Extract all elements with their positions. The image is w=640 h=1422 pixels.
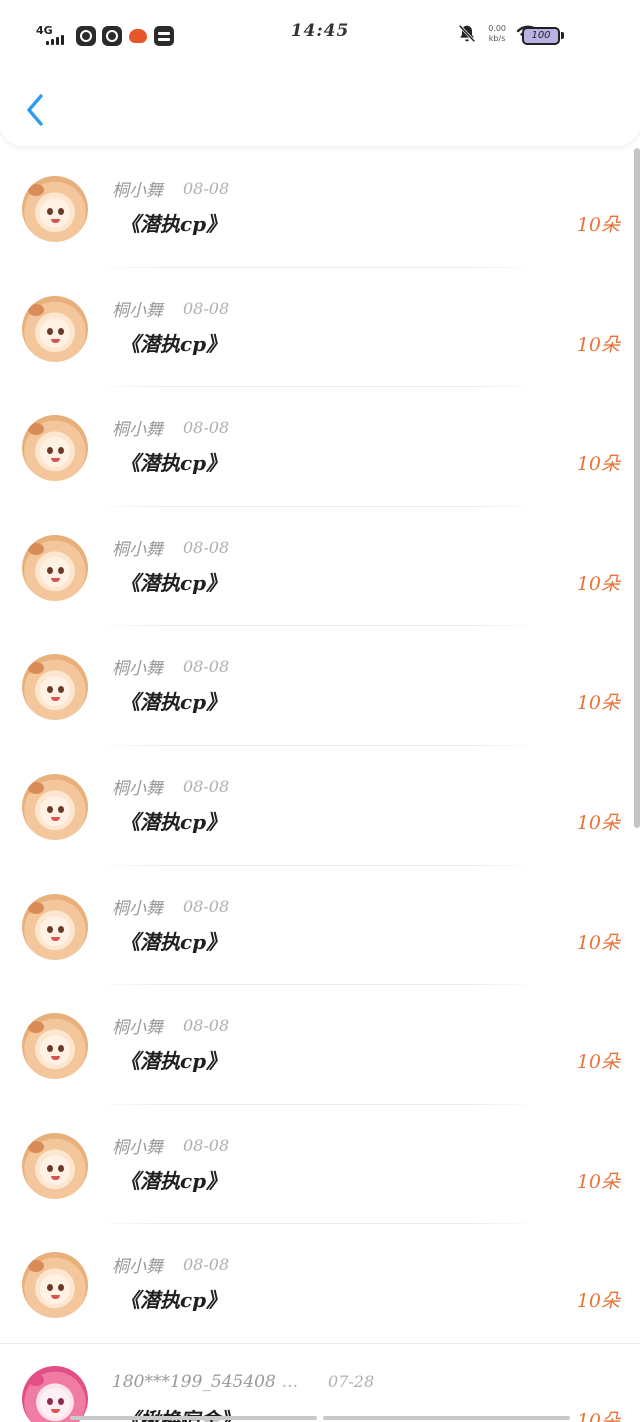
item-title: 《潜执cp》 (120, 1288, 227, 1313)
item-date: 08-08 (183, 179, 230, 198)
chevron-left-icon (27, 94, 43, 126)
item-date: 08-08 (183, 776, 230, 796)
item-amount: 10朵 (576, 1290, 620, 1313)
vertical-scrollbar[interactable] (634, 148, 640, 828)
list-item[interactable]: 桐小舞 08-08 《潜执cp》 10朵 (0, 1105, 640, 1225)
item-amount: 10朵 (576, 333, 620, 356)
sender-name: 桐小舞 (112, 181, 163, 201)
item-meta: 桐小舞 08-08 (112, 296, 229, 321)
item-title: 《潜执cp》 (120, 929, 227, 954)
list-item[interactable]: 桐小舞 08-08 《潜执cp》 10朵 (0, 1224, 640, 1344)
gift-record-list: 桐小舞 08-08 《潜执cp》 10朵 桐小舞 08-08 《潜执cp》 10… (0, 148, 640, 1422)
sender-name: 桐小舞 (112, 1257, 163, 1278)
item-amount: 10朵 (576, 1170, 620, 1193)
list-item[interactable]: 桐小舞 08-08 《潜执cp》 10朵 (0, 985, 640, 1105)
item-date: 08-08 (183, 298, 230, 318)
horizontal-scrollbar[interactable] (70, 1416, 570, 1420)
item-date: 08-08 (183, 896, 230, 916)
item-amount: 10朵 (576, 811, 620, 834)
item-amount: 10朵 (576, 214, 620, 236)
ellipsis: ... (281, 1371, 299, 1392)
item-meta: 桐小舞 08-08 (112, 774, 229, 799)
item-meta: 桐小舞 08-08 (112, 654, 229, 679)
item-title: 《潜执cp》 (120, 690, 227, 715)
avatar[interactable] (22, 893, 88, 960)
sender-name: 桐小舞 (112, 898, 163, 919)
avatar[interactable] (22, 534, 88, 601)
item-date: 08-08 (183, 1016, 230, 1036)
item-meta: 桐小舞 08-08 (112, 415, 229, 440)
item-date: 08-08 (183, 657, 230, 677)
sender-name: 桐小舞 (112, 659, 163, 680)
item-title: 《潜执cp》 (120, 570, 227, 595)
item-date: 08-08 (183, 418, 230, 438)
sender-name: 桐小舞 (112, 778, 163, 799)
sender-name: 桐小舞 (112, 1137, 163, 1158)
back-button[interactable] (20, 90, 52, 130)
item-title: 《潜执cp》 (120, 451, 227, 476)
battery-level: 100 (522, 27, 560, 45)
sender-name: 桐小舞 (112, 539, 163, 560)
avatar[interactable] (22, 1252, 88, 1319)
avatar[interactable] (22, 654, 88, 721)
list-item[interactable]: 桐小舞 08-08 《潜执cp》 10朵 (0, 268, 640, 388)
sender-name: 桐小舞 (112, 300, 163, 321)
item-meta: 桐小舞 08-08 (112, 1252, 229, 1277)
item-amount: 10朵 (576, 692, 620, 715)
bell-muted-icon (458, 24, 476, 43)
item-meta: 桐小舞 08-08 (112, 1133, 229, 1158)
item-meta: 桐小舞 08-08 (112, 1013, 229, 1038)
list-item[interactable]: 桐小舞 08-08 《潜执cp》 10朵 (0, 387, 640, 507)
avatar[interactable] (22, 415, 88, 482)
list-item[interactable]: 桐小舞 08-08 《潜执cp》 10朵 (0, 148, 640, 268)
sender-name: 180***199_545408 (112, 1371, 276, 1392)
list-item[interactable]: 桐小舞 08-08 《潜执cp》 10朵 (0, 866, 640, 986)
speed-unit: kb/s (488, 34, 506, 43)
avatar[interactable] (22, 295, 88, 362)
item-meta: 桐小舞 08-08 (112, 535, 229, 560)
header: 4G 14:45 0.00 kb/s 100 (0, 0, 640, 146)
item-title: 《潜执cp》 (120, 809, 227, 834)
status-bar: 4G 14:45 0.00 kb/s 100 (0, 0, 640, 72)
item-amount: 10朵 (576, 572, 620, 595)
item-meta: 桐小舞 08-08 (112, 894, 229, 919)
avatar[interactable] (22, 1365, 88, 1422)
item-title: 《潜执cp》 (120, 331, 227, 356)
sender-name: 桐小舞 (112, 420, 163, 441)
list-item[interactable]: 桐小舞 08-08 《潜执cp》 10朵 (0, 507, 640, 627)
item-amount: 10朵 (576, 931, 620, 954)
item-date: 07-28 (328, 1372, 375, 1392)
item-title: 《潜执cp》 (120, 212, 227, 236)
sender-name: 桐小舞 (112, 1018, 163, 1039)
list-item[interactable]: 桐小舞 08-08 《潜执cp》 10朵 (0, 746, 640, 866)
item-meta: 180***199_545408 ... 07-28 (112, 1372, 374, 1392)
list-item[interactable]: 180***199_545408 ... 07-28 《揪换宿舍》 10朵 (0, 1344, 640, 1422)
item-amount: 10朵 (576, 1409, 620, 1422)
list-item[interactable]: 桐小舞 08-08 《潜执cp》 10朵 (0, 626, 640, 746)
item-title: 《潜执cp》 (120, 1168, 227, 1193)
avatar[interactable] (22, 1013, 88, 1080)
item-amount: 10朵 (576, 453, 620, 476)
item-title: 《潜执cp》 (120, 1049, 227, 1074)
item-date: 08-08 (183, 1135, 230, 1155)
speed-value: 0.00 (488, 24, 506, 33)
item-meta: 桐小舞 08-08 (112, 176, 229, 201)
item-date: 08-08 (183, 1255, 230, 1275)
avatar[interactable] (22, 1132, 88, 1199)
item-amount: 10朵 (576, 1051, 620, 1074)
avatar[interactable] (22, 176, 88, 242)
avatar[interactable] (22, 773, 88, 840)
network-speed: 0.00 kb/s (488, 24, 506, 44)
item-date: 08-08 (183, 537, 230, 557)
